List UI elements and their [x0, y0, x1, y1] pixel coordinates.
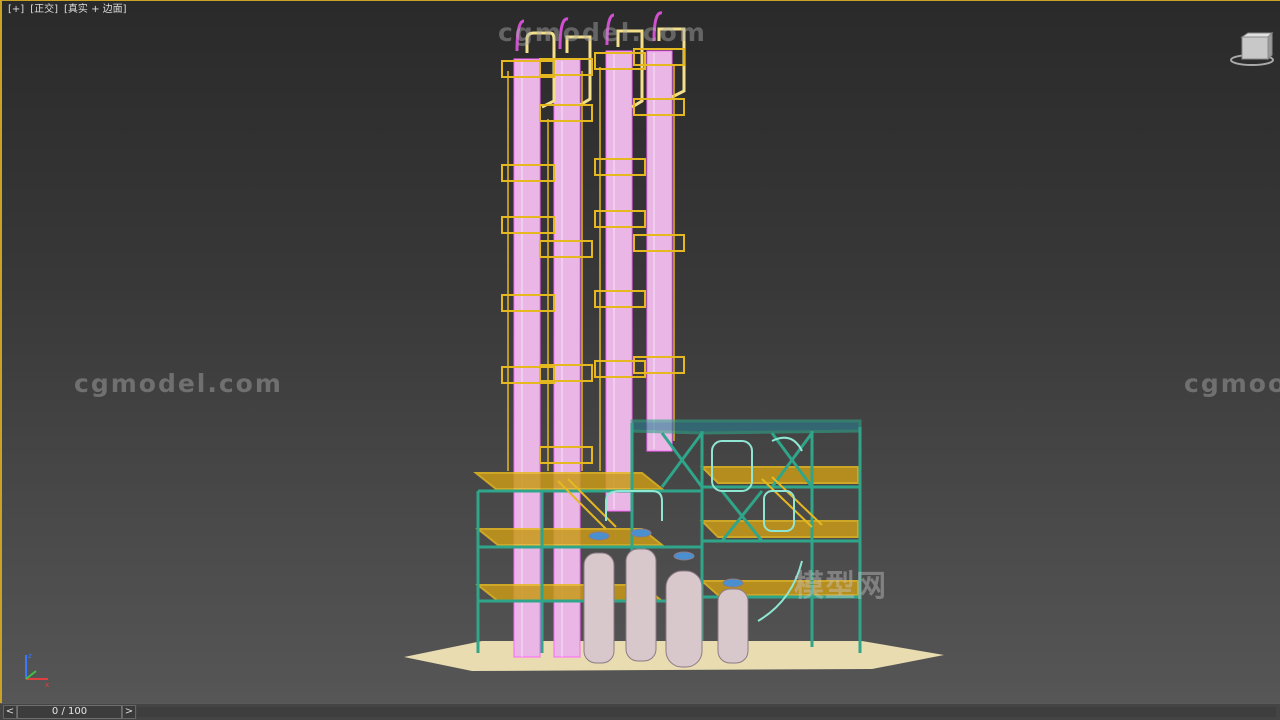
viewport-label: [+] [正交] [真实 + 边面] [8, 3, 127, 17]
svg-text:x: x [45, 681, 49, 689]
scene-model [404, 11, 944, 671]
timeline-bar: < 0 / 100 > [0, 703, 1280, 720]
viewcube-icon[interactable] [1228, 31, 1274, 67]
timeline-track[interactable] [137, 707, 1276, 717]
watermark-cn: 模型网 [794, 569, 887, 604]
vessels [583, 528, 749, 668]
viewport-menu-label[interactable]: [+] [8, 3, 24, 17]
timeline-next-button[interactable]: > [122, 705, 136, 719]
watermark-right: cgmoo [1184, 369, 1280, 398]
viewport-shading-label[interactable]: [真实 + 边面] [64, 3, 127, 17]
axis-tripod-icon: z x [25, 652, 49, 689]
watermark-left: cgmodel.com [74, 369, 283, 398]
time-slider[interactable]: 0 / 100 [17, 705, 122, 719]
timeline-prev-button[interactable]: < [3, 705, 17, 719]
viewport-view-label[interactable]: [正交] [30, 3, 58, 17]
svg-text:z: z [28, 652, 32, 660]
watermark-top: cgmodel.com [498, 18, 707, 47]
viewport[interactable]: [+] [正交] [真实 + 边面] cgmodel.com cgmodel.c… [0, 0, 1280, 703]
